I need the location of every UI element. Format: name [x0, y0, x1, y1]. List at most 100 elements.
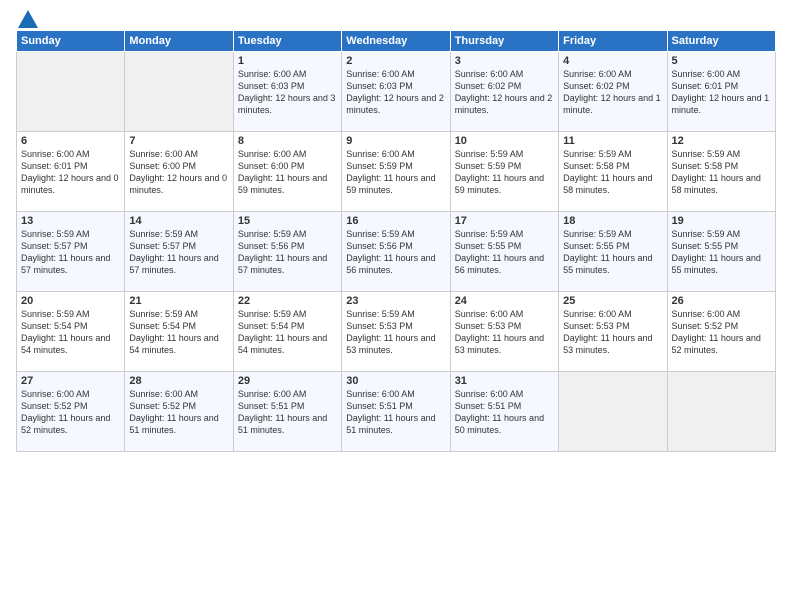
day-number: 15: [238, 215, 337, 227]
cell-content: Sunrise: 5:59 AMSunset: 5:57 PMDaylight:…: [21, 228, 120, 277]
calendar-cell: 13Sunrise: 5:59 AMSunset: 5:57 PMDayligh…: [17, 212, 125, 292]
cell-content: Sunrise: 6:00 AMSunset: 5:52 PMDaylight:…: [672, 308, 771, 357]
cell-content: Sunrise: 5:59 AMSunset: 5:58 PMDaylight:…: [563, 148, 662, 197]
calendar-cell: 28Sunrise: 6:00 AMSunset: 5:52 PMDayligh…: [125, 372, 233, 452]
day-number: 11: [563, 135, 662, 147]
cell-content: Sunrise: 5:59 AMSunset: 5:54 PMDaylight:…: [129, 308, 228, 357]
calendar-cell: 27Sunrise: 6:00 AMSunset: 5:52 PMDayligh…: [17, 372, 125, 452]
day-number: 23: [346, 295, 445, 307]
calendar-cell: 11Sunrise: 5:59 AMSunset: 5:58 PMDayligh…: [559, 132, 667, 212]
day-number: 8: [238, 135, 337, 147]
cell-content: Sunrise: 5:59 AMSunset: 5:55 PMDaylight:…: [563, 228, 662, 277]
calendar-cell: [559, 372, 667, 452]
calendar-week-row: 20Sunrise: 5:59 AMSunset: 5:54 PMDayligh…: [17, 292, 776, 372]
day-number: 31: [455, 375, 554, 387]
logo-icon: [18, 10, 38, 28]
calendar-week-row: 1Sunrise: 6:00 AMSunset: 6:03 PMDaylight…: [17, 52, 776, 132]
calendar-cell: 18Sunrise: 5:59 AMSunset: 5:55 PMDayligh…: [559, 212, 667, 292]
calendar-cell: 9Sunrise: 6:00 AMSunset: 5:59 PMDaylight…: [342, 132, 450, 212]
calendar-cell: 2Sunrise: 6:00 AMSunset: 6:03 PMDaylight…: [342, 52, 450, 132]
day-number: 6: [21, 135, 120, 147]
day-number: 22: [238, 295, 337, 307]
day-number: 13: [21, 215, 120, 227]
day-number: 18: [563, 215, 662, 227]
calendar-cell: 21Sunrise: 5:59 AMSunset: 5:54 PMDayligh…: [125, 292, 233, 372]
weekday-header: Thursday: [450, 31, 558, 52]
cell-content: Sunrise: 6:00 AMSunset: 5:53 PMDaylight:…: [455, 308, 554, 357]
day-number: 19: [672, 215, 771, 227]
day-number: 17: [455, 215, 554, 227]
calendar-cell: 4Sunrise: 6:00 AMSunset: 6:02 PMDaylight…: [559, 52, 667, 132]
day-number: 1: [238, 55, 337, 67]
calendar-cell: 31Sunrise: 6:00 AMSunset: 5:51 PMDayligh…: [450, 372, 558, 452]
cell-content: Sunrise: 5:59 AMSunset: 5:54 PMDaylight:…: [21, 308, 120, 357]
cell-content: Sunrise: 5:59 AMSunset: 5:57 PMDaylight:…: [129, 228, 228, 277]
day-number: 5: [672, 55, 771, 67]
cell-content: Sunrise: 6:00 AMSunset: 5:52 PMDaylight:…: [21, 388, 120, 437]
calendar-cell: 16Sunrise: 5:59 AMSunset: 5:56 PMDayligh…: [342, 212, 450, 292]
cell-content: Sunrise: 5:59 AMSunset: 5:56 PMDaylight:…: [238, 228, 337, 277]
calendar-table: SundayMondayTuesdayWednesdayThursdayFrid…: [16, 30, 776, 452]
day-number: 12: [672, 135, 771, 147]
day-number: 24: [455, 295, 554, 307]
calendar-cell: 3Sunrise: 6:00 AMSunset: 6:02 PMDaylight…: [450, 52, 558, 132]
calendar-cell: 30Sunrise: 6:00 AMSunset: 5:51 PMDayligh…: [342, 372, 450, 452]
calendar-week-row: 13Sunrise: 5:59 AMSunset: 5:57 PMDayligh…: [17, 212, 776, 292]
cell-content: Sunrise: 6:00 AMSunset: 5:52 PMDaylight:…: [129, 388, 228, 437]
cell-content: Sunrise: 5:59 AMSunset: 5:55 PMDaylight:…: [672, 228, 771, 277]
day-number: 16: [346, 215, 445, 227]
calendar-cell: 22Sunrise: 5:59 AMSunset: 5:54 PMDayligh…: [233, 292, 341, 372]
weekday-header: Friday: [559, 31, 667, 52]
cell-content: Sunrise: 5:59 AMSunset: 5:53 PMDaylight:…: [346, 308, 445, 357]
header: [16, 12, 776, 24]
cell-content: Sunrise: 6:00 AMSunset: 5:51 PMDaylight:…: [455, 388, 554, 437]
cell-content: Sunrise: 5:59 AMSunset: 5:58 PMDaylight:…: [672, 148, 771, 197]
calendar-cell: 6Sunrise: 6:00 AMSunset: 6:01 PMDaylight…: [17, 132, 125, 212]
cell-content: Sunrise: 6:00 AMSunset: 6:01 PMDaylight:…: [672, 68, 771, 117]
calendar-cell: [667, 372, 775, 452]
calendar-cell: 19Sunrise: 5:59 AMSunset: 5:55 PMDayligh…: [667, 212, 775, 292]
weekday-header: Saturday: [667, 31, 775, 52]
weekday-header: Tuesday: [233, 31, 341, 52]
cell-content: Sunrise: 6:00 AMSunset: 5:51 PMDaylight:…: [346, 388, 445, 437]
cell-content: Sunrise: 6:00 AMSunset: 6:00 PMDaylight:…: [238, 148, 337, 197]
cell-content: Sunrise: 6:00 AMSunset: 6:03 PMDaylight:…: [346, 68, 445, 117]
weekday-header-row: SundayMondayTuesdayWednesdayThursdayFrid…: [17, 31, 776, 52]
day-number: 2: [346, 55, 445, 67]
cell-content: Sunrise: 6:00 AMSunset: 6:03 PMDaylight:…: [238, 68, 337, 117]
calendar-cell: 17Sunrise: 5:59 AMSunset: 5:55 PMDayligh…: [450, 212, 558, 292]
calendar-cell: 8Sunrise: 6:00 AMSunset: 6:00 PMDaylight…: [233, 132, 341, 212]
calendar-cell: 5Sunrise: 6:00 AMSunset: 6:01 PMDaylight…: [667, 52, 775, 132]
day-number: 30: [346, 375, 445, 387]
calendar-cell: 20Sunrise: 5:59 AMSunset: 5:54 PMDayligh…: [17, 292, 125, 372]
cell-content: Sunrise: 5:59 AMSunset: 5:59 PMDaylight:…: [455, 148, 554, 197]
day-number: 14: [129, 215, 228, 227]
cell-content: Sunrise: 6:00 AMSunset: 6:02 PMDaylight:…: [563, 68, 662, 117]
calendar-week-row: 6Sunrise: 6:00 AMSunset: 6:01 PMDaylight…: [17, 132, 776, 212]
calendar-cell: 10Sunrise: 5:59 AMSunset: 5:59 PMDayligh…: [450, 132, 558, 212]
day-number: 4: [563, 55, 662, 67]
weekday-header: Monday: [125, 31, 233, 52]
day-number: 10: [455, 135, 554, 147]
cell-content: Sunrise: 6:00 AMSunset: 5:59 PMDaylight:…: [346, 148, 445, 197]
calendar-cell: 25Sunrise: 6:00 AMSunset: 5:53 PMDayligh…: [559, 292, 667, 372]
calendar-cell: 1Sunrise: 6:00 AMSunset: 6:03 PMDaylight…: [233, 52, 341, 132]
day-number: 26: [672, 295, 771, 307]
day-number: 29: [238, 375, 337, 387]
day-number: 28: [129, 375, 228, 387]
weekday-header: Wednesday: [342, 31, 450, 52]
page-container: SundayMondayTuesdayWednesdayThursdayFrid…: [0, 0, 792, 460]
calendar-cell: [125, 52, 233, 132]
day-number: 3: [455, 55, 554, 67]
day-number: 9: [346, 135, 445, 147]
cell-content: Sunrise: 6:00 AMSunset: 6:01 PMDaylight:…: [21, 148, 120, 197]
cell-content: Sunrise: 6:00 AMSunset: 5:53 PMDaylight:…: [563, 308, 662, 357]
logo: [16, 12, 38, 24]
calendar-cell: 12Sunrise: 5:59 AMSunset: 5:58 PMDayligh…: [667, 132, 775, 212]
day-number: 7: [129, 135, 228, 147]
cell-content: Sunrise: 6:00 AMSunset: 5:51 PMDaylight:…: [238, 388, 337, 437]
day-number: 25: [563, 295, 662, 307]
calendar-week-row: 27Sunrise: 6:00 AMSunset: 5:52 PMDayligh…: [17, 372, 776, 452]
calendar-cell: 26Sunrise: 6:00 AMSunset: 5:52 PMDayligh…: [667, 292, 775, 372]
day-number: 20: [21, 295, 120, 307]
